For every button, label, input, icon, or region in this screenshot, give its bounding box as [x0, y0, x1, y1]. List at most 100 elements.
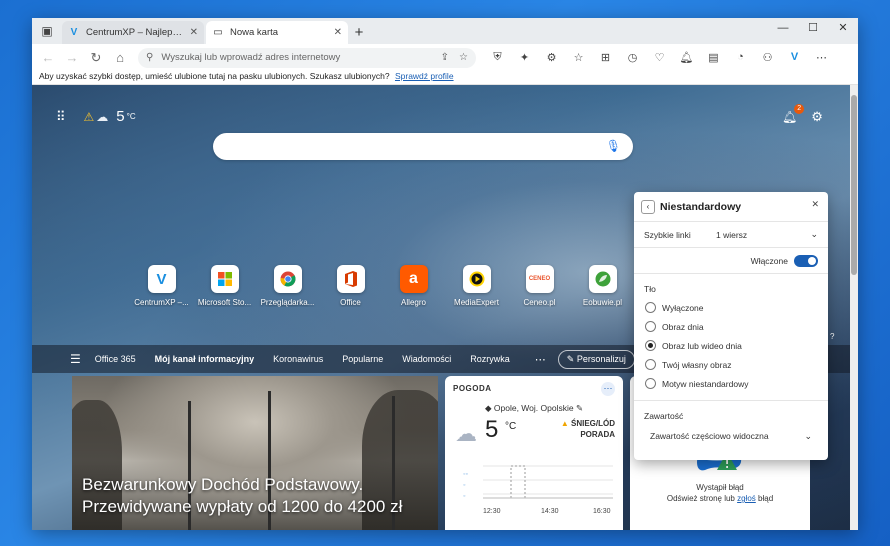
- weather-unit: °C: [126, 112, 136, 121]
- new-tab-button[interactable]: +: [348, 21, 370, 44]
- tab-new-tab[interactable]: ▭ Nowa karta ✕: [206, 21, 348, 44]
- microsoft-store-icon: [210, 265, 239, 293]
- background-option-off[interactable]: Wyłączone: [634, 298, 828, 317]
- quick-link-label: MediaExpert: [454, 298, 499, 307]
- radio-button[interactable]: [645, 302, 656, 313]
- nav-my-feed[interactable]: Mój kanał informacyjny: [155, 354, 255, 364]
- headline-line-1: Bezwarunkowy Dochód Podstawowy.: [82, 475, 364, 494]
- alert-line-2: PORADA: [580, 430, 615, 439]
- error-text-before: Odśwież stronę lub: [666, 494, 735, 503]
- extension-icon[interactable]: ✦: [511, 51, 538, 64]
- close-tab-icon[interactable]: ✕: [334, 27, 342, 38]
- quick-link-eobuwie[interactable]: Eobuwie.pl: [571, 265, 634, 307]
- close-tab-icon[interactable]: ✕: [190, 27, 198, 38]
- share-icon[interactable]: ⇪: [441, 52, 449, 63]
- content-label: Zawartość: [644, 411, 684, 421]
- quick-links-select[interactable]: Szybkie linki 1 wiersz ⌄: [634, 222, 828, 248]
- scrollbar-thumb[interactable]: [851, 95, 857, 275]
- quick-link-centrumxp[interactable]: V CentrumXP –...: [130, 265, 193, 307]
- background-option-own-image[interactable]: Twój własny obraz: [634, 355, 828, 374]
- weather-alert[interactable]: ▲ ŚNIEG/LÓD PORADA: [561, 418, 615, 440]
- apps-grid-icon[interactable]: ⠿: [56, 109, 66, 125]
- nav-office-365[interactable]: Office 365: [95, 354, 136, 364]
- maximize-icon[interactable]: ☐: [798, 18, 828, 40]
- centrumxp-extension-icon[interactable]: V: [781, 51, 808, 64]
- notifications-bell-icon[interactable]: 🔔︎ 2: [782, 104, 805, 124]
- nav-entertainment[interactable]: Rozrywka: [470, 354, 510, 364]
- forward-icon[interactable]: →: [60, 50, 84, 65]
- personalize-button[interactable]: ✎ Personalizuj: [557, 349, 635, 369]
- chevron-down-icon: ⌄: [810, 229, 818, 239]
- menu-icon[interactable]: ⋯: [808, 51, 835, 64]
- collections-icon[interactable]: ⊞: [592, 51, 619, 64]
- tab-centrumxp[interactable]: V CentrumXP – Najlepsze źródło o ✕: [62, 21, 204, 44]
- wallet-icon[interactable]: ▤: [700, 51, 727, 64]
- quick-links-value: 1 wiersz: [716, 229, 748, 240]
- background-option-custom-theme[interactable]: Motyw niestandardowy: [634, 374, 828, 393]
- quick-link-label: Microsoft Sto...: [197, 298, 252, 307]
- tab-actions-icon[interactable]: ▣: [32, 18, 62, 44]
- enabled-toggle[interactable]: [794, 254, 818, 267]
- news-card-main[interactable]: Bezwarunkowy Dochód Podstawowy. Przewidy…: [72, 376, 438, 530]
- weather-card-title: POGODA: [453, 384, 492, 393]
- nav-news[interactable]: Wiadomości: [402, 354, 451, 364]
- headline-line-2: Przewidywane wypłaty od 1200 do 4200 zł: [82, 497, 403, 516]
- performance-icon[interactable]: ◔: [727, 51, 754, 64]
- forecast-time-label: 16:30: [593, 508, 611, 515]
- back-icon[interactable]: ←: [36, 50, 60, 65]
- close-panel-icon[interactable]: ✕: [811, 199, 819, 210]
- ceneo-icon: CENEO: [525, 265, 554, 293]
- error-title: Wystąpił błąd: [696, 483, 744, 492]
- report-link[interactable]: zgłoś: [737, 494, 756, 503]
- enabled-label: Włączone: [750, 255, 788, 266]
- microphone-icon[interactable]: 🎙︎: [606, 139, 621, 153]
- enabled-toggle-row: Włączone: [634, 248, 828, 274]
- radio-button[interactable]: [645, 378, 656, 389]
- content-select[interactable]: Zawartość częściowo widoczna ⌄: [634, 425, 828, 447]
- weather-forecast-chart: 12:30 14:30 16:30: [483, 465, 613, 515]
- radio-button[interactable]: [645, 321, 656, 332]
- refresh-icon[interactable]: ↻: [84, 50, 108, 66]
- puzzle-icon[interactable]: ⚙: [538, 51, 565, 64]
- home-icon[interactable]: ⌂: [108, 50, 132, 65]
- notification-badge: 2: [794, 104, 805, 114]
- search-box[interactable]: 🎙︎: [213, 133, 633, 160]
- more-nav-icon[interactable]: ⋯: [535, 353, 546, 366]
- address-bar[interactable]: ⚲ Wyszukaj lub wprowadź adres internetow…: [138, 47, 476, 68]
- background-option-image-of-day[interactable]: Obraz dnia: [634, 317, 828, 336]
- edit-location-icon[interactable]: ✎: [574, 403, 583, 413]
- quick-link-browser[interactable]: Przeglądarka...: [256, 265, 319, 307]
- quick-link-office[interactable]: Office: [319, 265, 382, 307]
- nav-coronavirus[interactable]: Koronawirus: [273, 354, 323, 364]
- window-controls: — ☐ ✕: [768, 18, 858, 40]
- notifications-icon[interactable]: 🔔︎: [673, 51, 700, 64]
- radio-button-selected[interactable]: [645, 340, 656, 351]
- hamburger-menu-icon[interactable]: ☰: [70, 352, 81, 366]
- settings-gear-icon[interactable]: ⚙: [811, 109, 823, 125]
- radio-button[interactable]: [645, 359, 656, 370]
- favorite-add-icon[interactable]: ☆: [459, 52, 468, 63]
- background-option-image-or-video[interactable]: Obraz lub wideo dnia: [634, 336, 828, 355]
- favorites-bar-link[interactable]: Sprawdź profile: [395, 71, 454, 81]
- office-icon: [336, 265, 365, 293]
- allegro-icon: a: [399, 265, 428, 293]
- more-options-icon[interactable]: ⋯: [601, 382, 615, 396]
- profiles-icon[interactable]: ⚇: [754, 51, 781, 64]
- quick-link-mediaexpert[interactable]: MediaExpert: [445, 265, 508, 307]
- health-icon[interactable]: ♡: [646, 51, 673, 64]
- close-window-icon[interactable]: ✕: [828, 18, 858, 40]
- favorites-icon[interactable]: ☆: [565, 51, 592, 64]
- weather-card[interactable]: POGODA ⋯ ◆ Opole, Woj. Opolskie ✎ ☁ 5 °C…: [445, 376, 623, 530]
- back-arrow-icon[interactable]: ‹: [641, 199, 655, 214]
- minimize-icon[interactable]: —: [768, 18, 798, 40]
- quick-link-microsoft-store[interactable]: Microsoft Sto...: [193, 265, 256, 307]
- quick-link-allegro[interactable]: a Allegro: [382, 265, 445, 307]
- shield-icon[interactable]: ⛨: [484, 51, 511, 64]
- nav-popular[interactable]: Popularne: [342, 354, 383, 364]
- cloud-icon: ☁: [96, 109, 109, 124]
- weather-widget[interactable]: ⠿ ⚠ ☁ 5 °C: [56, 108, 136, 125]
- favorites-bar-text: Aby uzyskać szybki dostęp, umieść ulubio…: [39, 71, 390, 81]
- quick-link-ceneo[interactable]: CENEO Ceneo.pl: [508, 265, 571, 307]
- history-icon[interactable]: ◷: [619, 51, 646, 64]
- scrollbar[interactable]: [850, 85, 858, 530]
